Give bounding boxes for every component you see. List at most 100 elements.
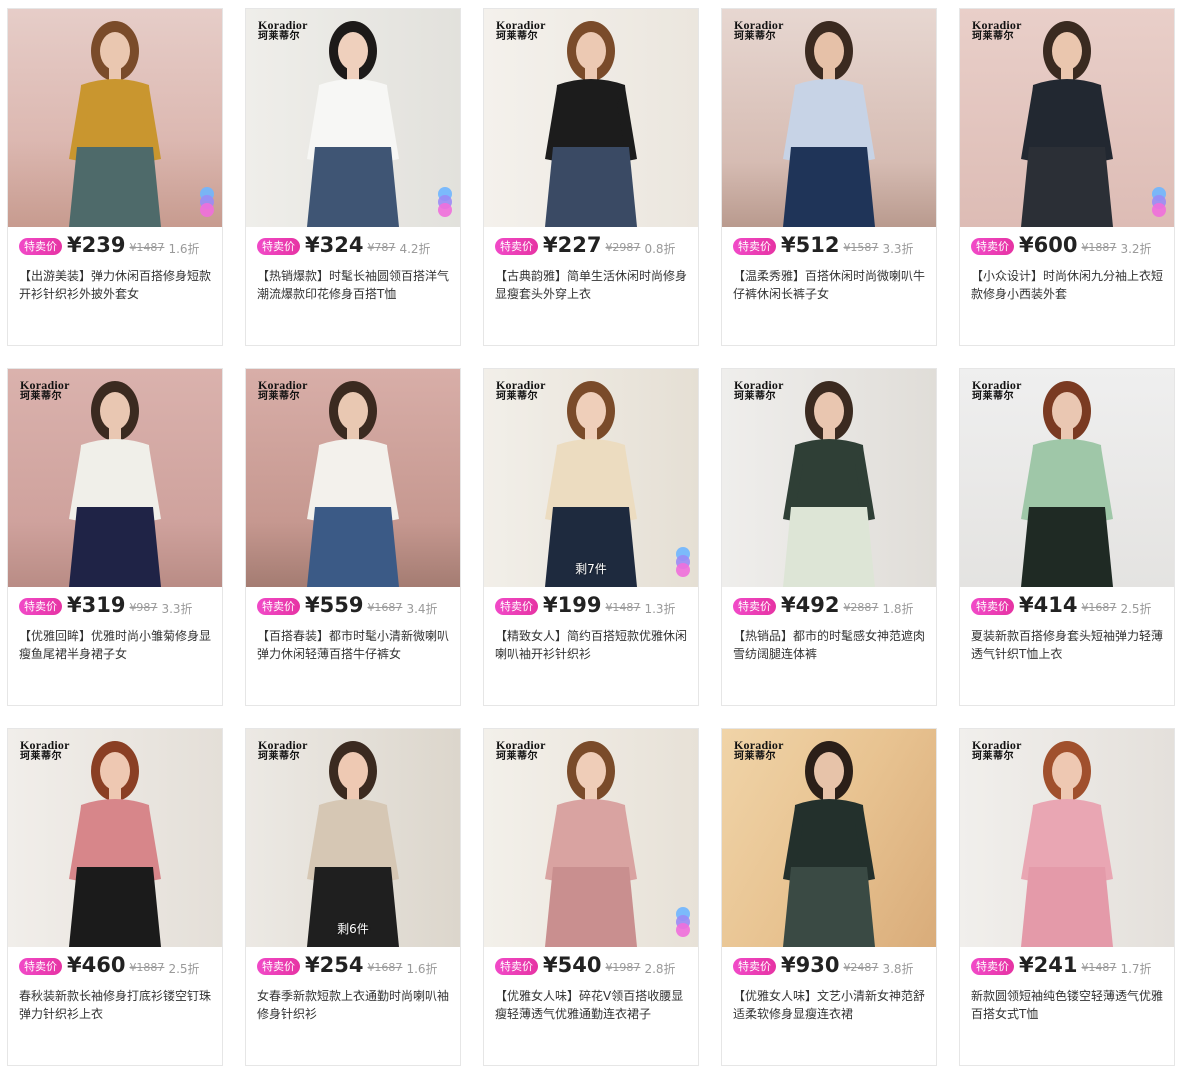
- sale-price-badge: 特卖价: [19, 238, 62, 255]
- product-title[interactable]: 新款圆领短袖纯色镂空轻薄透气优雅百搭女式T恤: [971, 987, 1165, 1023]
- price-row: 特卖价 ¥492 ¥2887 1.8折: [722, 587, 936, 619]
- current-price: ¥254: [305, 953, 364, 977]
- color-swatch-icon[interactable]: [200, 187, 214, 219]
- brand-logo-cn: 珂莱蒂尔: [20, 390, 62, 402]
- price-row: 特卖价 ¥241 ¥1487 1.7折: [960, 947, 1174, 979]
- product-image[interactable]: Koradior 珂莱蒂尔: [8, 729, 222, 947]
- product-title[interactable]: 【小众设计】时尚休闲九分袖上衣短款修身小西装外套: [971, 267, 1165, 303]
- brand-logo: Koradior 珂莱蒂尔: [258, 379, 308, 402]
- product-card[interactable]: Koradior 珂莱蒂尔 特卖价 ¥324 ¥787 4.2折 【热销爆款】时髦长袖圆领百…: [245, 8, 461, 346]
- product-image[interactable]: Koradior 珂莱蒂尔: [8, 369, 222, 587]
- brand-logo-cn: 珂莱蒂尔: [258, 30, 300, 42]
- product-image[interactable]: Koradior 珂莱蒂尔: [484, 729, 698, 947]
- brand-logo-en: Koradior: [496, 378, 546, 392]
- brand-logo: Koradior 珂莱蒂尔: [496, 379, 546, 402]
- product-title[interactable]: 女春季新款短款上衣通勤时尚喇叭袖修身针织衫: [257, 987, 451, 1023]
- product-image[interactable]: Koradior 珂莱蒂尔: [246, 369, 460, 587]
- brand-logo: Koradior 珂莱蒂尔: [972, 19, 1022, 42]
- original-price: ¥1887: [129, 961, 165, 974]
- swatch-dot: [438, 203, 452, 217]
- color-swatch-icon[interactable]: [1152, 187, 1166, 219]
- current-price: ¥492: [781, 593, 840, 617]
- sale-price-badge: 特卖价: [733, 238, 776, 255]
- original-price: ¥1687: [367, 961, 403, 974]
- product-image[interactable]: Koradior 珂莱蒂尔: [722, 729, 936, 947]
- product-card[interactable]: Koradior 珂莱蒂尔 剩7件 特卖价 ¥199 ¥1487 1.3折 【精致女人】简约百…: [483, 368, 699, 706]
- product-image[interactable]: Koradior 珂莱蒂尔: [484, 9, 698, 227]
- discount-label: 2.5折: [168, 962, 200, 976]
- brand-logo: Koradior 珂莱蒂尔: [734, 19, 784, 42]
- product-card[interactable]: Koradior 珂莱蒂尔 特卖价 ¥319 ¥987 3.3折 【优雅回眸】优雅时尚小雏菊…: [7, 368, 223, 706]
- product-card[interactable]: 特卖价 ¥239 ¥1487 1.6折 【出游美装】弹力休闲百搭修身短款开衫针织衫外披外…: [7, 8, 223, 346]
- sale-price-badge: 特卖价: [971, 958, 1014, 975]
- product-card[interactable]: Koradior 珂莱蒂尔 剩6件 特卖价 ¥254 ¥1687 1.6折女春季新款短款上衣…: [245, 728, 461, 1066]
- product-image[interactable]: Koradior 珂莱蒂尔 剩7件: [484, 369, 698, 587]
- product-card[interactable]: Koradior 珂莱蒂尔 特卖价 ¥540 ¥1987 2.8折 【优雅女人味】碎花V领百…: [483, 728, 699, 1066]
- price-row: 特卖价 ¥930 ¥2487 3.8折: [722, 947, 936, 979]
- product-card[interactable]: Koradior 珂莱蒂尔 特卖价 ¥492 ¥2887 1.8折【热销品】都市的时髦感女…: [721, 368, 937, 706]
- current-price: ¥460: [67, 953, 126, 977]
- product-image[interactable]: Koradior 珂莱蒂尔: [960, 729, 1174, 947]
- discount-label: 1.8折: [882, 602, 914, 616]
- product-title[interactable]: 【优雅女人味】碎花V领百搭收腰显瘦轻薄透气优雅通勤连衣裙子: [495, 987, 689, 1023]
- current-price: ¥227: [543, 233, 602, 257]
- bottom-garment: [69, 507, 161, 587]
- product-card[interactable]: Koradior 珂莱蒂尔 特卖价 ¥600 ¥1887 3.2折 【小众设计】时尚休闲九分…: [959, 8, 1175, 346]
- original-price: ¥987: [129, 601, 158, 614]
- product-title[interactable]: 春秋装新款长袖修身打底衫镂空钉珠弹力针织衫上衣: [19, 987, 213, 1023]
- sale-price-badge: 特卖价: [733, 958, 776, 975]
- product-title[interactable]: 夏装新款百搭修身套头短袖弹力轻薄透气针织T恤上衣: [971, 627, 1165, 663]
- product-title[interactable]: 【优雅女人味】文艺小清新女神范舒适柔软修身显瘦连衣裙: [733, 987, 927, 1023]
- price-row: 特卖价 ¥254 ¥1687 1.6折: [246, 947, 460, 979]
- top-garment: [553, 79, 629, 149]
- product-card[interactable]: Koradior 珂莱蒂尔 特卖价 ¥460 ¥1887 2.5折 春秋装新款长袖修身打底衫…: [7, 728, 223, 1066]
- product-image[interactable]: Koradior 珂莱蒂尔: [722, 369, 936, 587]
- discount-label: 1.3折: [644, 602, 676, 616]
- brand-logo: Koradior 珂莱蒂尔: [258, 19, 308, 42]
- product-title[interactable]: 【优雅回眸】优雅时尚小雏菊修身显瘦鱼尾裙半身裙子女: [19, 627, 213, 663]
- product-title[interactable]: 【百搭春装】都市时髦小清新微喇叭弹力休闲轻薄百搭牛仔裤女: [257, 627, 451, 663]
- product-image[interactable]: [8, 9, 222, 227]
- product-title[interactable]: 【古典韵雅】简单生活休闲时尚修身显瘦套头外穿上衣: [495, 267, 689, 303]
- product-card[interactable]: Koradior 珂莱蒂尔 特卖价 ¥559 ¥1687 3.4折 【百搭春装】都市时髦小清…: [245, 368, 461, 706]
- product-card[interactable]: Koradior 珂莱蒂尔 特卖价 ¥414 ¥1687 2.5折 夏装新款百搭修身套头短袖…: [959, 368, 1175, 706]
- product-image[interactable]: Koradior 珂莱蒂尔 剩6件: [246, 729, 460, 947]
- product-image[interactable]: Koradior 珂莱蒂尔: [246, 9, 460, 227]
- face-shape: [100, 392, 130, 430]
- face-shape: [338, 392, 368, 430]
- top-garment: [1029, 79, 1105, 149]
- color-swatch-icon[interactable]: [438, 187, 452, 219]
- discount-label: 3.3折: [161, 602, 193, 616]
- color-swatch-icon[interactable]: [676, 907, 690, 939]
- top-garment: [1029, 799, 1105, 869]
- product-title[interactable]: 【精致女人】简约百搭短款优雅休闲喇叭袖开衫针织衫: [495, 627, 689, 663]
- bottom-garment: [545, 147, 637, 227]
- current-price: ¥512: [781, 233, 840, 257]
- brand-logo-en: Koradior: [972, 738, 1022, 752]
- product-card[interactable]: Koradior 珂莱蒂尔 特卖价 ¥930 ¥2487 3.8折【优雅女人味】文艺小清新…: [721, 728, 937, 1066]
- product-title[interactable]: 【温柔秀雅】百搭休闲时尚微喇叭牛仔裤休闲长裤子女: [733, 267, 927, 303]
- product-card[interactable]: Koradior 珂莱蒂尔 特卖价 ¥241 ¥1487 1.7折 新款圆领短袖纯色镂空轻薄…: [959, 728, 1175, 1066]
- top-garment: [315, 799, 391, 869]
- price-row: 特卖价 ¥227 ¥2987 0.8折: [484, 227, 698, 259]
- top-garment: [791, 799, 867, 869]
- brand-logo-en: Koradior: [258, 378, 308, 392]
- product-title[interactable]: 【热销品】都市的时髦感女神范遮肉雪纺阔腿连体裤: [733, 627, 927, 663]
- product-card[interactable]: Koradior 珂莱蒂尔 特卖价 ¥512 ¥1587 3.3折 【温柔秀雅】百搭休闲时尚…: [721, 8, 937, 346]
- face-shape: [100, 32, 130, 70]
- product-title[interactable]: 【出游美装】弹力休闲百搭修身短款开衫针织衫外披外套女: [19, 267, 213, 303]
- brand-logo: Koradior 珂莱蒂尔: [20, 379, 70, 402]
- brand-logo: Koradior 珂莱蒂尔: [20, 739, 70, 762]
- face-shape: [814, 392, 844, 430]
- original-price: ¥1887: [1081, 241, 1117, 254]
- current-price: ¥559: [305, 593, 364, 617]
- stock-remaining: 剩6件: [337, 922, 369, 936]
- face-shape: [814, 32, 844, 70]
- product-image[interactable]: Koradior 珂莱蒂尔: [722, 9, 936, 227]
- product-title[interactable]: 【热销爆款】时髦长袖圆领百搭洋气潮流爆款印花修身百搭T恤: [257, 267, 451, 303]
- product-image[interactable]: Koradior 珂莱蒂尔: [960, 9, 1174, 227]
- discount-label: 4.2折: [399, 242, 431, 256]
- brand-logo-cn: 珂莱蒂尔: [972, 750, 1014, 762]
- product-image[interactable]: Koradior 珂莱蒂尔: [960, 369, 1174, 587]
- product-card[interactable]: Koradior 珂莱蒂尔 特卖价 ¥227 ¥2987 0.8折【古典韵雅】简单生活休闲…: [483, 8, 699, 346]
